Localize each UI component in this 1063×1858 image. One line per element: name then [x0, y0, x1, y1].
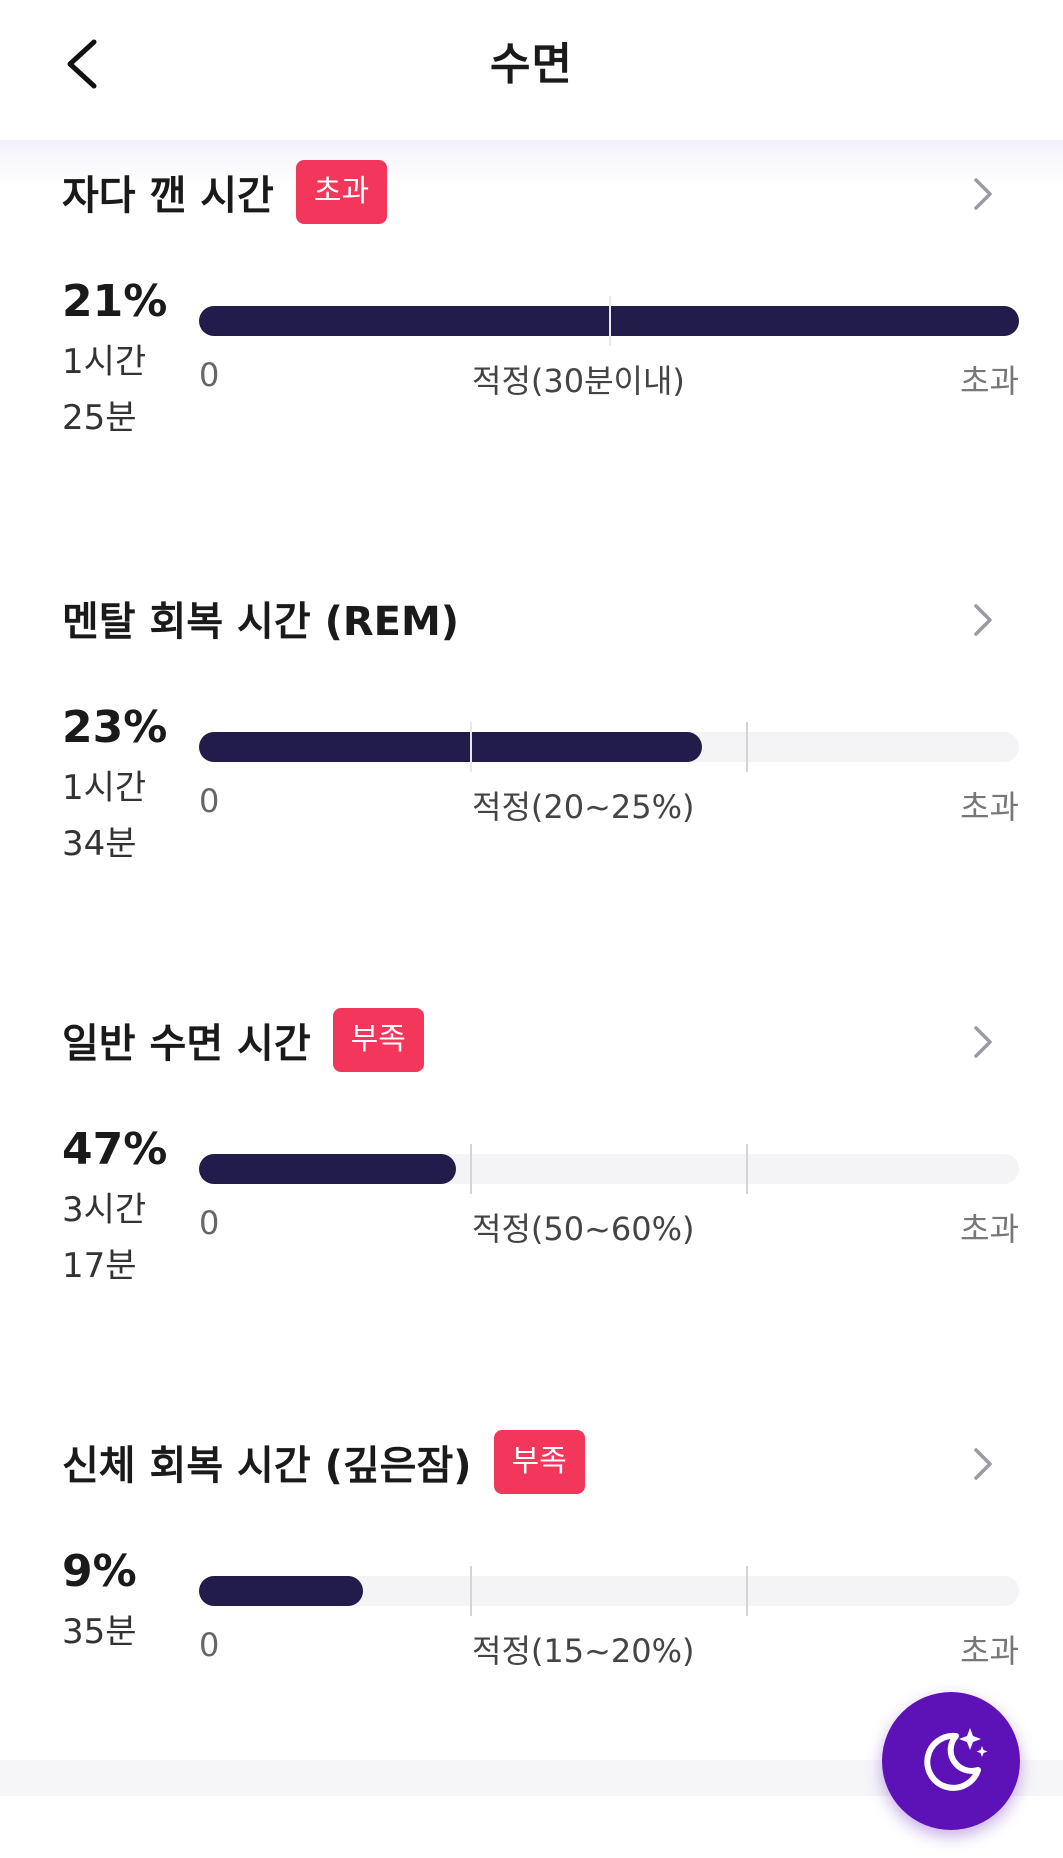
section-title: 멘탈 회복 시간 (REM) — [62, 599, 460, 645]
percent-value: 47% — [62, 1124, 168, 1175]
scale-over-label: 초과 — [960, 1210, 1019, 1248]
progress-track — [199, 1144, 1019, 1194]
scale-tick — [470, 1144, 472, 1194]
scale-tick — [746, 722, 748, 772]
duration-line: 34분 — [62, 824, 137, 864]
status-badge: 초과 — [295, 160, 388, 224]
scale-mid-label: 적정(20~25%) — [472, 788, 695, 826]
scale-over-label: 초과 — [960, 362, 1019, 400]
scale-zero-label: 0 — [199, 1204, 220, 1242]
duration-line: 17분 — [62, 1246, 137, 1286]
progress-track — [199, 722, 1019, 772]
section-rem-time: 멘탈 회복 시간 (REM) 23% 1시간 34분 0 적정(20~25%) … — [0, 586, 1063, 886]
section-awake-time: 자다 깬 시간 초과 21% 1시간 25분 0 적정(30분이내) 초과 — [0, 160, 1063, 460]
chevron-right-icon[interactable] — [968, 1444, 998, 1484]
section-title-row: 일반 수면 시간 부족 — [62, 1008, 424, 1072]
section-title: 자다 깬 시간 — [62, 173, 274, 219]
section-title: 신체 회복 시간 (깊은잠) — [62, 1443, 472, 1489]
moon-stars-icon — [924, 1728, 988, 1791]
duration-value: 1시간 25분 — [62, 334, 146, 446]
section-title-row: 자다 깬 시간 초과 — [62, 160, 388, 224]
scale-zero-label: 0 — [199, 1626, 220, 1664]
progress-track — [199, 1566, 1019, 1616]
scale-tick — [746, 1144, 748, 1194]
scale-mid-label: 적정(15~20%) — [472, 1632, 695, 1670]
sleep-mode-button[interactable] — [882, 1692, 1020, 1830]
percent-value: 23% — [62, 702, 168, 753]
scale-over-label: 초과 — [960, 788, 1019, 826]
section-title: 일반 수면 시간 — [62, 1021, 311, 1067]
duration-line: 1시간 — [62, 768, 147, 808]
duration-value: 1시간 34분 — [62, 760, 146, 872]
top-bar: 수면 — [0, 0, 1063, 140]
duration-line: 35분 — [62, 1612, 137, 1652]
scale-zero-label: 0 — [199, 356, 220, 394]
duration-line: 25분 — [62, 398, 137, 438]
progress-fill — [199, 732, 702, 762]
percent-value: 21% — [62, 276, 168, 327]
duration-value: 3시간 17분 — [62, 1182, 146, 1294]
chevron-right-icon[interactable] — [968, 1022, 998, 1062]
progress-track — [199, 296, 1019, 346]
duration-value: 35분 — [62, 1604, 137, 1660]
scale-zero-label: 0 — [199, 782, 220, 820]
scale-tick — [746, 1566, 748, 1616]
section-light-sleep-time: 일반 수면 시간 부족 47% 3시간 17분 0 적정(50~60%) 초과 — [0, 1008, 1063, 1308]
progress-fill — [199, 1576, 363, 1606]
section-deep-sleep-time: 신체 회복 시간 (깊은잠) 부족 9% 35분 0 적정(15~20%) 초과 — [0, 1430, 1063, 1730]
scale-tick — [470, 722, 472, 772]
duration-line: 3시간 — [62, 1190, 147, 1230]
scale-mid-label: 적정(30분이내) — [472, 362, 685, 400]
chevron-right-icon[interactable] — [968, 174, 998, 214]
section-title-row: 멘탈 회복 시간 (REM) — [62, 586, 459, 650]
scale-mid-label: 적정(50~60%) — [472, 1210, 695, 1248]
duration-line: 1시간 — [62, 342, 147, 382]
status-badge: 부족 — [493, 1430, 585, 1494]
status-badge: 부족 — [332, 1008, 424, 1072]
page-title: 수면 — [490, 39, 573, 90]
scale-tick — [609, 296, 611, 346]
scale-over-label: 초과 — [960, 1632, 1019, 1670]
progress-fill — [199, 1154, 457, 1184]
section-title-row: 신체 회복 시간 (깊은잠) 부족 — [62, 1430, 585, 1494]
chevron-right-icon[interactable] — [968, 600, 998, 640]
scale-tick — [470, 1566, 472, 1616]
percent-value: 9% — [62, 1546, 137, 1597]
